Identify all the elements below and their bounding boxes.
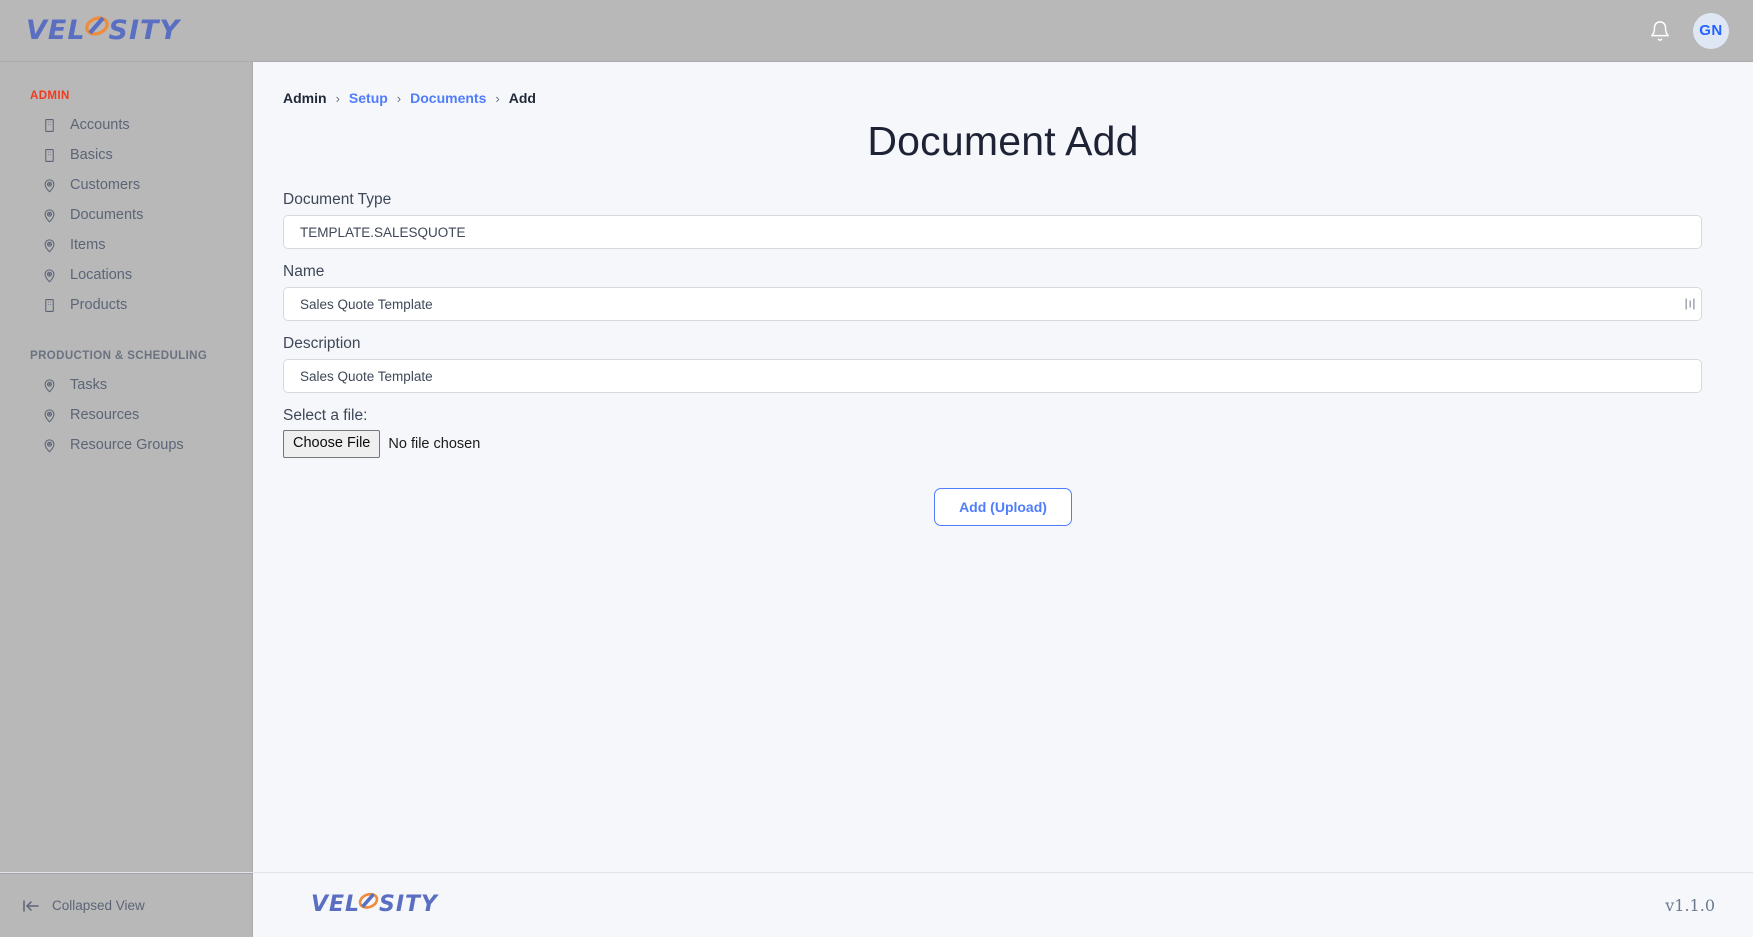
map-pin-icon	[44, 378, 55, 392]
sidebar-item-customers[interactable]: Customers	[0, 170, 252, 200]
add-upload-button[interactable]: Add (Upload)	[934, 487, 1072, 526]
brand-logo[interactable]: VELOSITY	[26, 16, 180, 44]
brand-logo-text-part1: VEL	[26, 15, 85, 46]
breadcrumb-item-add: Add	[508, 90, 536, 106]
main-content: Admin › Setup › Documents › Add Document…	[253, 62, 1753, 872]
brand-logo-text-part2: SITY	[108, 15, 181, 46]
sidebar-item-label: Products	[70, 297, 128, 313]
sidebar-item-locations[interactable]: Locations	[0, 260, 252, 290]
breadcrumb: Admin › Setup › Documents › Add	[283, 90, 1723, 106]
content-area: Admin › Setup › Documents › Add Document…	[253, 62, 1753, 526]
sidebar: ADMIN Accounts Basics Customers Document…	[0, 62, 253, 872]
breadcrumb-separator: ›	[396, 90, 402, 106]
sidebar-section-admin: ADMIN	[30, 90, 70, 102]
file-picker-status: No file chosen	[388, 435, 481, 452]
page-title: Document Add	[867, 118, 1139, 164]
footer: Collapsed View VELOSITY v1.1.0	[0, 872, 1753, 937]
choose-file-button[interactable]: Choose File	[283, 430, 381, 458]
sidebar-item-basics[interactable]: Basics	[0, 140, 252, 170]
header-actions: GN	[1649, 12, 1729, 49]
document-type-input[interactable]	[298, 216, 1687, 248]
field-name: Name	[283, 263, 1723, 321]
field-document-type: Document Type	[283, 191, 1723, 249]
sidebar-item-label: Basics	[70, 147, 113, 163]
breadcrumb-item-setup[interactable]: Setup	[349, 90, 388, 106]
collapse-left-icon	[23, 899, 39, 912]
breadcrumb-separator: ›	[335, 90, 340, 106]
body-wrapper: ADMIN Accounts Basics Customers Document…	[0, 62, 1753, 872]
field-label-document-type: Document Type	[283, 191, 392, 208]
sidebar-item-accounts[interactable]: Accounts	[0, 110, 252, 140]
breadcrumb-item-documents[interactable]: Documents	[410, 90, 486, 106]
avatar[interactable]: GN	[1693, 12, 1729, 49]
sidebar-item-products[interactable]: Products	[0, 290, 252, 320]
field-label-description: Description	[283, 335, 361, 352]
avatar-initials: GN	[1699, 22, 1723, 39]
file-picker: Select a file: Choose File No file chose…	[283, 407, 1723, 458]
footer-brand-logo-text-part2: SITY	[379, 892, 438, 917]
sidebar-item-resources[interactable]: Resources	[0, 400, 252, 430]
field-description: Description	[283, 335, 1723, 393]
map-pin-icon	[44, 438, 55, 452]
footer-main: VELOSITY v1.1.0	[253, 873, 1753, 937]
sidebar-item-label: Accounts	[70, 117, 130, 133]
footer-brand-logo: VELOSITY	[311, 892, 438, 916]
file-picker-control: Choose File No file chosen	[283, 430, 1723, 458]
map-pin-icon	[44, 178, 55, 192]
breadcrumb-separator: ›	[495, 90, 500, 106]
sidebar-item-label: Resources	[70, 407, 140, 423]
sidebar-item-documents[interactable]: Documents	[0, 200, 252, 230]
map-pin-icon	[44, 238, 55, 252]
sidebar-item-label: Customers	[70, 177, 141, 193]
map-pin-icon	[44, 268, 55, 282]
bell-icon[interactable]	[1649, 20, 1671, 42]
top-header-bar: VELOSITY GN	[0, 0, 1753, 62]
sidebar-item-label: Tasks	[70, 377, 108, 393]
document-type-input-wrap[interactable]	[283, 215, 1702, 249]
app-root: VELOSITY GN ADMIN Accounts	[0, 0, 1753, 937]
sidebar-item-label: Resource Groups	[70, 437, 184, 453]
building-icon	[45, 118, 54, 132]
sidebar-item-label: Documents	[70, 207, 144, 223]
sidebar-item-label: Items	[70, 237, 106, 253]
map-pin-icon	[44, 208, 55, 222]
collapse-view-button[interactable]: Collapsed View	[0, 873, 253, 937]
version-label: v1.1.0	[1665, 895, 1715, 915]
field-label-name: Name	[283, 263, 325, 280]
file-picker-label: Select a file:	[283, 407, 368, 424]
sidebar-item-label: Locations	[70, 267, 133, 283]
building-icon	[45, 298, 54, 312]
building-icon	[45, 148, 54, 162]
footer-brand-logo-text-part1: VEL	[311, 892, 360, 917]
sidebar-item-resource-groups[interactable]: Resource Groups	[0, 430, 252, 460]
brand-logo-text: VELOSITY	[26, 17, 180, 44]
resize-grip-icon[interactable]	[1685, 298, 1696, 311]
collapse-view-label: Collapsed View	[52, 898, 145, 913]
description-input-wrap[interactable]	[283, 359, 1702, 393]
name-input[interactable]	[298, 288, 1687, 320]
name-input-wrap[interactable]	[283, 287, 1702, 321]
description-input[interactable]	[298, 360, 1687, 392]
submit-row: Add (Upload)	[283, 487, 1723, 526]
footer-brand-logo-text: VELOSITY	[311, 894, 438, 916]
sidebar-item-items[interactable]: Items	[0, 230, 252, 260]
breadcrumb-item-admin: Admin	[283, 90, 327, 106]
sidebar-item-tasks[interactable]: Tasks	[0, 370, 252, 400]
document-add-form: Document Type Name	[283, 191, 1723, 526]
sidebar-section-production-scheduling: PRODUCTION & SCHEDULING	[30, 350, 208, 362]
map-pin-icon	[44, 408, 55, 422]
